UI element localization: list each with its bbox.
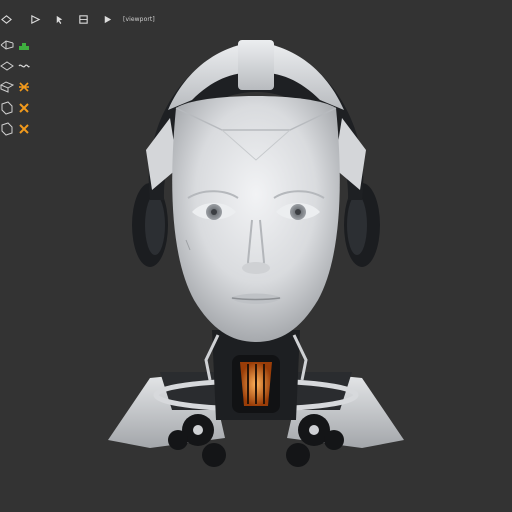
robot-head-render (108, 40, 404, 467)
3d-viewport[interactable] (40, 28, 512, 512)
face (172, 96, 340, 342)
